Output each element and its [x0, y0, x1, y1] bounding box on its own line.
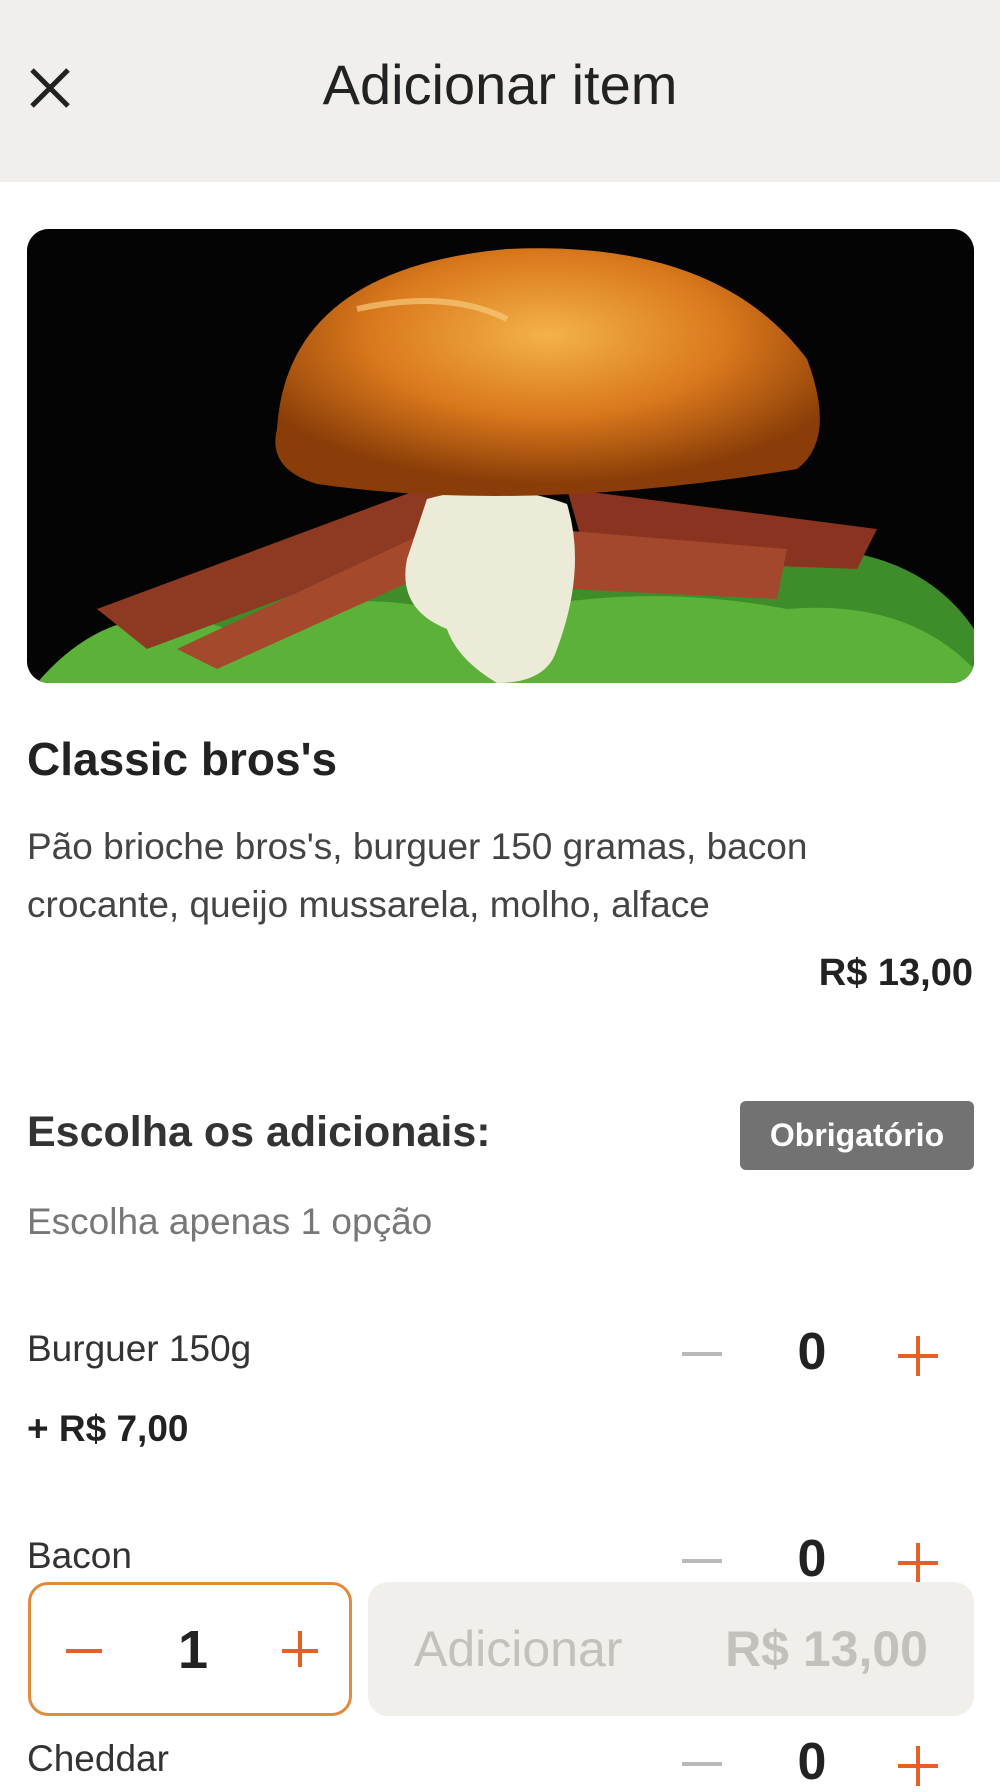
increase-button[interactable]: [898, 1742, 946, 1790]
product-image: [27, 229, 974, 683]
decrease-button[interactable]: [682, 1352, 722, 1356]
addons-subtitle: Escolha apenas 1 opção: [27, 1201, 433, 1242]
product-price: R$ 13,00: [818, 952, 973, 994]
add-to-cart-button[interactable]: Adicionar R$ 13,00: [368, 1582, 974, 1716]
decrease-button[interactable]: [682, 1762, 722, 1766]
addons-title: Escolha os adicionais:: [27, 1108, 491, 1156]
quantity-increase-button[interactable]: [282, 1629, 326, 1673]
option-quantity: 0: [797, 1323, 827, 1381]
quantity-value: 1: [177, 1620, 209, 1680]
product-description: Pão brioche bros's, burguer 150 gramas, …: [27, 826, 808, 925]
quantity-decrease-button[interactable]: [66, 1649, 102, 1653]
option-price: + R$ 7,00: [27, 1408, 189, 1449]
product-name: Classic bros's: [27, 733, 338, 785]
required-badge: Obrigatório: [740, 1101, 974, 1170]
option-name: Cheddar: [27, 1738, 169, 1779]
decrease-button[interactable]: [682, 1559, 722, 1563]
quantity-stepper: 1: [28, 1582, 352, 1716]
add-button-label: Adicionar: [414, 1621, 623, 1677]
option-quantity: 0: [797, 1733, 827, 1791]
option-name: Burguer 150g: [27, 1328, 252, 1369]
increase-button[interactable]: [898, 1332, 946, 1380]
bottom-action-bar: 1 Adicionar R$ 13,00: [0, 1570, 1000, 1720]
add-button-price: R$ 13,00: [725, 1621, 928, 1677]
page-title: Adicionar item: [322, 53, 678, 116]
header: Adicionar item: [0, 0, 1000, 182]
